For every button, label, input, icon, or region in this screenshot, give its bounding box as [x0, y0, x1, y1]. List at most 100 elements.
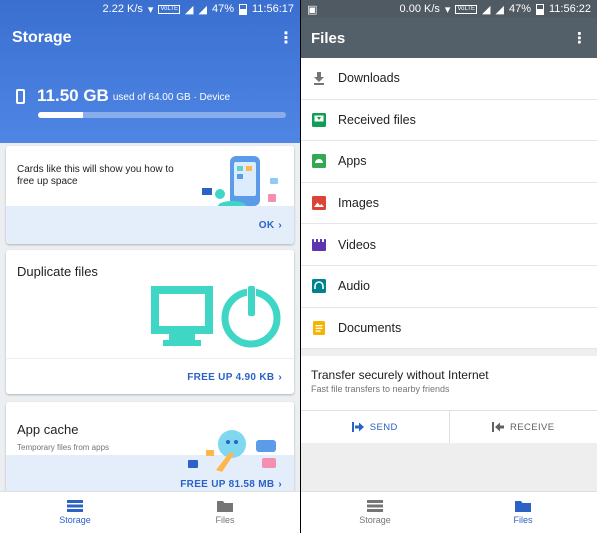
send-label: SEND	[369, 421, 398, 433]
storage-progress-fill	[38, 112, 83, 118]
status-bar: ▣ 0.00 K/s ▾ VoLTE ◢ ◢ 47% 11:56:22	[301, 0, 597, 18]
cleaning-illustration	[188, 430, 276, 472]
network-speed: 2.22 K/s	[102, 3, 143, 15]
storage-progress-bar	[38, 112, 286, 118]
clock: 11:56:17	[251, 3, 294, 15]
video-icon	[312, 238, 326, 251]
nav-files-label: Files	[513, 515, 533, 525]
battery-icon	[535, 3, 544, 15]
storage-screen: 2.22 K/s ▾ VoLTE ◢ ◢ 47% 11:56:17 Storag…	[0, 0, 300, 533]
chevron-right-icon: ›	[278, 220, 282, 231]
page-title: Storage	[12, 29, 72, 46]
download-icon	[314, 72, 324, 86]
nav-storage-label: Storage	[59, 515, 91, 525]
files-screen: ▣ 0.00 K/s ▾ VoLTE ◢ ◢ 47% 11:56:22 File…	[301, 0, 597, 533]
app-cache-title: App cache	[17, 422, 79, 437]
folder-icon	[217, 501, 233, 512]
image-notification-icon: ▣	[307, 3, 318, 16]
signal-icon: ◢	[185, 3, 194, 16]
free-up-cache-button[interactable]: FREE UP 81.58 MB ›	[180, 479, 282, 490]
duplicate-files-card[interactable]: Duplicate files FREE UP 4.90 KB ›	[6, 250, 294, 394]
category-audio[interactable]: Audio	[301, 266, 597, 308]
ok-button-label: OK	[258, 220, 275, 231]
intro-card: Cards like this will show you how to fre…	[6, 146, 294, 244]
category-label: Received files	[338, 112, 416, 127]
network-speed: 0.00 K/s	[399, 3, 440, 15]
duplicate-files-title: Duplicate files	[17, 264, 98, 279]
wifi-icon: ▾	[147, 3, 154, 16]
signal-icon-2: ◢	[495, 3, 504, 16]
category-images[interactable]: Images	[301, 183, 597, 225]
free-up-duplicates-button[interactable]: FREE UP 4.90 KB ›	[187, 372, 282, 383]
free-up-cache-label: FREE UP 81.58 MB	[180, 479, 275, 490]
phone-icon	[16, 88, 25, 104]
category-label: Videos	[338, 237, 376, 252]
app-cache-subtitle: Temporary files from apps	[17, 443, 110, 452]
storage-summary: 11.50 GB used of 64.00 GB · Device	[0, 58, 300, 106]
category-received-files[interactable]: Received files	[301, 100, 597, 142]
volte-badge: VoLTE	[158, 4, 181, 14]
category-label: Apps	[338, 154, 367, 169]
send-button[interactable]: SEND	[301, 411, 449, 443]
battery-percent: 47%	[508, 3, 531, 15]
transfer-title: Transfer securely without Internet	[311, 368, 489, 383]
battery-icon	[238, 3, 247, 15]
app-cache-card[interactable]: App cache Temporary files from apps FREE…	[6, 402, 294, 497]
storage-detail: used of 64.00 GB · Device	[112, 92, 231, 103]
category-label: Downloads	[338, 71, 400, 86]
headphones-icon	[312, 279, 326, 294]
nav-files[interactable]: Files	[150, 492, 300, 533]
battery-percent: 47%	[211, 3, 234, 15]
category-videos[interactable]: Videos	[301, 224, 597, 266]
nav-files-label: Files	[215, 515, 235, 525]
transfer-subtitle: Fast file transfers to nearby friends	[311, 384, 450, 395]
more-vert-icon[interactable]: ⋮	[572, 29, 587, 47]
transfer-card: Transfer securely without Internet Fast …	[301, 356, 597, 444]
category-label: Documents	[338, 320, 402, 335]
nav-storage[interactable]: Storage	[301, 492, 449, 533]
storage-used: 11.50 GB	[37, 86, 109, 105]
signal-icon-2: ◢	[198, 3, 207, 16]
chevron-right-icon: ›	[278, 372, 282, 383]
nav-files[interactable]: Files	[449, 492, 597, 533]
category-documents[interactable]: Documents	[301, 308, 597, 350]
monitor-power-illustration	[151, 282, 281, 348]
storage-list-icon	[367, 500, 383, 512]
category-label: Audio	[338, 279, 370, 294]
category-apps[interactable]: Apps	[301, 141, 597, 183]
wifi-icon: ▾	[444, 3, 451, 16]
page-title: Files	[311, 29, 346, 47]
divider	[6, 358, 294, 359]
category-label: Images	[338, 196, 379, 211]
chevron-right-icon: ›	[278, 479, 282, 490]
send-arrow-icon	[351, 422, 364, 433]
free-up-duplicates-label: FREE UP 4.90 KB	[187, 372, 275, 383]
storage-list-icon	[67, 500, 83, 512]
app-bar: Storage ⋮	[0, 18, 300, 58]
app-bar: Files ⋮	[301, 18, 597, 58]
category-downloads[interactable]: Downloads	[301, 58, 597, 100]
ok-button[interactable]: OK ›	[259, 220, 282, 231]
file-categories-list: Downloads Received files Apps Images Vid…	[301, 58, 597, 350]
document-icon	[313, 320, 325, 335]
clock: 11:56:22	[548, 3, 591, 15]
status-bar: 2.22 K/s ▾ VoLTE ◢ ◢ 47% 11:56:17	[0, 0, 300, 18]
volte-badge: VoLTE	[455, 4, 478, 14]
image-icon	[312, 196, 326, 211]
more-vert-icon[interactable]: ⋮	[278, 28, 294, 48]
receive-button[interactable]: RECEIVE	[448, 411, 597, 444]
receive-label: RECEIVE	[509, 421, 555, 433]
intro-card-text: Cards like this will show you how to fre…	[17, 164, 174, 187]
signal-icon: ◢	[482, 3, 491, 16]
nav-storage-label: Storage	[359, 515, 391, 525]
transfer-actions: SEND RECEIVE	[301, 410, 597, 444]
receive-arrow-icon	[491, 422, 504, 433]
intro-card-footer: OK ›	[6, 206, 294, 244]
nav-storage[interactable]: Storage	[0, 492, 150, 533]
received-files-icon	[312, 112, 326, 127]
bottom-nav: Storage Files	[301, 491, 597, 533]
bottom-nav: Storage Files	[0, 491, 300, 533]
android-icon	[312, 154, 326, 169]
storage-header: 2.22 K/s ▾ VoLTE ◢ ◢ 47% 11:56:17 Storag…	[0, 0, 300, 143]
folder-icon	[515, 501, 531, 512]
